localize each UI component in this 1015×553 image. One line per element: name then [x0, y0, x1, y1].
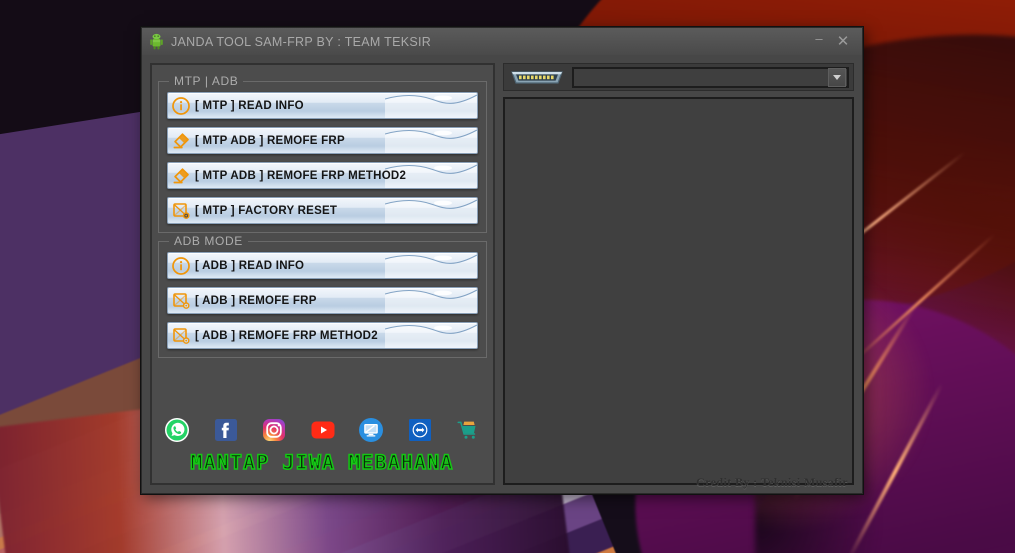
minimize-button[interactable]: – — [808, 29, 830, 55]
button-gloss-curve — [384, 93, 477, 118]
status-bar: Credit By : Teknisi Musafir — [150, 474, 854, 491]
info-circle-icon — [171, 96, 191, 116]
button-label: [ MTP ] READ INFO — [195, 99, 304, 112]
caret-shape — [833, 74, 841, 80]
shopping-cart-icon[interactable] — [455, 417, 481, 443]
facebook-icon[interactable] — [213, 417, 239, 443]
info-circle-icon — [171, 256, 191, 276]
android-robot-icon — [148, 33, 165, 50]
right-panel — [503, 63, 854, 485]
title-bar[interactable]: JANDA TOOL SAM-FRP BY : TEAM TEKSIR – ✕ — [142, 28, 862, 56]
banner-text: MANTAP JIWA MEBAHANA — [190, 451, 453, 474]
button-gloss-curve — [384, 323, 477, 348]
credit-label: Credit By : Teknisi Musafir — [696, 475, 848, 489]
device-port-row — [503, 63, 854, 91]
button-label: [ ADB ] REMOFE FRP METHOD2 — [195, 329, 378, 342]
screen: JANDA TOOL SAM-FRP BY : TEAM TEKSIR – ✕ … — [0, 0, 1015, 553]
button-adb-read-info[interactable]: [ ADB ] READ INFO — [167, 252, 478, 279]
youtube-icon[interactable] — [310, 417, 336, 443]
application-window: JANDA TOOL SAM-FRP BY : TEAM TEKSIR – ✕ … — [141, 27, 863, 494]
group-adb-mode: ADB MODE [ ADB ] READ INFO [ADB] REMOF… — [158, 234, 487, 358]
eraser-icon — [171, 166, 191, 186]
button-gloss-curve — [384, 198, 477, 223]
button-adb-remove-frp-method2[interactable]: [ ADB ] REMOFE FRP METHOD2 — [167, 322, 478, 349]
button-label: [ ADB ] REMOFE FRP — [195, 294, 317, 307]
document-settings-icon — [171, 201, 191, 221]
whatsapp-icon[interactable] — [164, 417, 190, 443]
eraser-icon — [171, 131, 191, 151]
left-panel: MTP | ADB [ MTP ] READ INFO [MTP ADB] … — [150, 63, 495, 485]
window-client-area: MTP | ADB [ MTP ] READ INFO [MTP ADB] … — [142, 55, 862, 493]
button-label: [ ADB ] READ INFO — [195, 259, 305, 272]
document-settings-icon — [171, 291, 191, 311]
button-adb-remove-frp[interactable]: [ ADB ] REMOFE FRP — [167, 287, 478, 314]
usb-port-icon — [508, 67, 566, 87]
banner-mantap-jiwa: MANTAP JIWA MEBAHANA — [160, 449, 485, 475]
button-mtp-adb-remove-frp-method2[interactable]: [ MTP ADB ] REMOFE FRP METHOD2 — [167, 162, 478, 189]
button-gloss-curve — [384, 128, 477, 153]
button-mtp-adb-remove-frp[interactable]: [ MTP ADB ] REMOFE FRP — [167, 127, 478, 154]
group-adb-mode-title: ADB MODE — [169, 234, 248, 248]
group-mtp-adb: MTP | ADB [ MTP ] READ INFO [MTP ADB] … — [158, 74, 487, 233]
left-panel-spacer — [158, 358, 487, 401]
chevron-down-icon[interactable] — [828, 67, 846, 87]
window-controls: – ✕ — [808, 29, 858, 55]
instagram-icon[interactable] — [261, 417, 287, 443]
button-mtp-factory-reset[interactable]: [ MTP ] FACTORY RESET — [167, 197, 478, 224]
device-combobox[interactable] — [572, 66, 849, 88]
button-mtp-read-info[interactable]: [ MTP ] READ INFO — [167, 92, 478, 119]
close-button[interactable]: ✕ — [832, 32, 854, 52]
button-gloss-curve — [384, 288, 477, 313]
log-output-panel[interactable] — [503, 97, 854, 485]
button-label: [ MTP ADB ] REMOFE FRP — [195, 134, 345, 147]
button-label: [ MTP ] FACTORY RESET — [195, 204, 338, 217]
button-gloss-curve — [384, 253, 477, 278]
anydesk-icon[interactable] — [407, 417, 433, 443]
button-label: [ MTP ADB ] REMOFE FRP METHOD2 — [195, 169, 407, 182]
social-links-row — [158, 411, 487, 445]
group-mtp-adb-title: MTP | ADB — [169, 74, 244, 88]
teamviewer-monitor-icon[interactable] — [358, 417, 384, 443]
window-title: JANDA TOOL SAM-FRP BY : TEAM TEKSIR — [171, 34, 432, 49]
document-settings-icon — [171, 326, 191, 346]
